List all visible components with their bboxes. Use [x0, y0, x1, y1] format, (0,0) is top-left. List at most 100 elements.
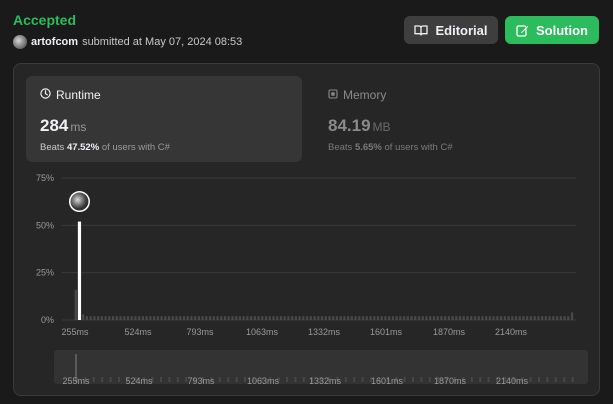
histogram-bar[interactable]: [324, 316, 327, 320]
histogram-bar[interactable]: [156, 316, 159, 320]
histogram-bar[interactable]: [253, 316, 256, 320]
histogram-bar[interactable]: [171, 316, 174, 320]
histogram-bar[interactable]: [567, 316, 570, 320]
histogram-bar[interactable]: [194, 316, 197, 320]
histogram-bar[interactable]: [238, 316, 242, 320]
histogram-bar[interactable]: [391, 316, 394, 320]
histogram-bar[interactable]: [399, 316, 402, 320]
histogram-bar[interactable]: [138, 316, 141, 320]
histogram-bar[interactable]: [444, 316, 447, 320]
histogram-bar[interactable]: [160, 316, 163, 320]
histogram-bar[interactable]: [246, 316, 249, 320]
histogram-bar[interactable]: [347, 316, 350, 320]
histogram-bar[interactable]: [141, 316, 144, 320]
histogram-bar[interactable]: [287, 316, 290, 320]
histogram-bar[interactable]: [212, 316, 215, 320]
histogram-bar[interactable]: [406, 316, 409, 320]
histogram-bar[interactable]: [425, 316, 428, 320]
histogram-bar[interactable]: [410, 316, 413, 320]
histogram-bar[interactable]: [332, 316, 335, 320]
histogram-bar[interactable]: [395, 316, 398, 320]
histogram-bar[interactable]: [93, 316, 96, 320]
histogram-bar[interactable]: [257, 316, 260, 320]
histogram-bar[interactable]: [164, 316, 167, 320]
histogram-bar[interactable]: [242, 316, 245, 320]
histogram-bar[interactable]: [115, 316, 118, 320]
histogram-bar[interactable]: [376, 316, 380, 320]
histogram-bar[interactable]: [74, 289, 77, 320]
histogram-bar[interactable]: [302, 316, 305, 320]
histogram-bar[interactable]: [97, 316, 100, 320]
histogram-bar[interactable]: [522, 316, 525, 320]
histogram-bar[interactable]: [388, 316, 391, 320]
histogram-bar[interactable]: [182, 316, 186, 320]
histogram-bar[interactable]: [152, 316, 156, 320]
histogram-bar[interactable]: [197, 316, 200, 320]
histogram-bar[interactable]: [328, 316, 331, 320]
histogram-bar[interactable]: [167, 316, 171, 320]
histogram-bar[interactable]: [492, 316, 495, 320]
histogram-bar[interactable]: [354, 316, 357, 320]
histogram-bar[interactable]: [220, 316, 223, 320]
histogram-bar[interactable]: [309, 316, 312, 320]
histogram-bar[interactable]: [339, 316, 342, 320]
histogram-bar[interactable]: [496, 316, 499, 320]
histogram-bar[interactable]: [201, 316, 204, 320]
histogram-bar[interactable]: [570, 312, 574, 320]
histogram-bar[interactable]: [417, 316, 421, 320]
histogram-bar[interactable]: [514, 316, 518, 320]
histogram-bar[interactable]: [186, 316, 189, 320]
histogram-bar[interactable]: [111, 316, 115, 320]
histogram-bar[interactable]: [548, 316, 551, 320]
histogram-bar[interactable]: [305, 316, 309, 320]
histogram-bar[interactable]: [526, 316, 529, 320]
histogram-bar[interactable]: [436, 316, 439, 320]
histogram-bar[interactable]: [380, 316, 383, 320]
histogram-bar[interactable]: [533, 316, 536, 320]
histogram-bar[interactable]: [555, 316, 559, 320]
histogram-bar[interactable]: [466, 316, 469, 320]
histogram-bar[interactable]: [250, 316, 253, 320]
histogram-bar[interactable]: [421, 316, 424, 320]
histogram-bar[interactable]: [429, 316, 432, 320]
histogram-bar[interactable]: [291, 316, 294, 320]
histogram-bar[interactable]: [317, 316, 320, 320]
histogram-bar[interactable]: [503, 316, 506, 320]
histogram-bar[interactable]: [507, 316, 510, 320]
histogram-bar[interactable]: [123, 316, 126, 320]
histogram-bar[interactable]: [145, 316, 148, 320]
histogram-bar[interactable]: [563, 316, 566, 320]
histogram-bar[interactable]: [369, 316, 372, 320]
histogram-bar[interactable]: [175, 316, 178, 320]
histogram-bar[interactable]: [511, 316, 514, 320]
histogram-bar[interactable]: [350, 316, 353, 320]
histogram-bar[interactable]: [208, 316, 212, 320]
histogram-bar[interactable]: [268, 316, 271, 320]
runtime-distribution-chart[interactable]: 0% 25% 50% 75% 255ms 524ms 793ms 1063ms 1332ms 16…: [0, 0, 613, 404]
histogram-bar[interactable]: [462, 316, 465, 320]
histogram-bar[interactable]: [235, 316, 238, 320]
histogram-bar[interactable]: [447, 316, 450, 320]
histogram-bar[interactable]: [477, 316, 480, 320]
histogram-bar[interactable]: [518, 316, 521, 320]
histogram-bar[interactable]: [85, 316, 89, 320]
histogram-bar[interactable]: [190, 316, 193, 320]
histogram-bar[interactable]: [451, 316, 454, 320]
histogram-bar[interactable]: [541, 316, 544, 320]
histogram-bar[interactable]: [231, 316, 234, 320]
histogram-bar[interactable]: [320, 316, 324, 320]
histogram-bar[interactable]: [298, 316, 301, 320]
histogram-bar[interactable]: [279, 316, 283, 320]
histogram-bar[interactable]: [455, 316, 458, 320]
histogram-bar[interactable]: [179, 316, 182, 320]
histogram-bar[interactable]: [488, 316, 492, 320]
histogram-bar[interactable]: [343, 316, 346, 320]
histogram-bar[interactable]: [432, 316, 436, 320]
histogram-bar[interactable]: [373, 316, 376, 320]
histogram-bar[interactable]: [440, 316, 443, 320]
histogram-bar[interactable]: [529, 316, 533, 320]
histogram-bar[interactable]: [559, 316, 562, 320]
histogram-bar[interactable]: [82, 314, 85, 320]
histogram-bar[interactable]: [276, 316, 279, 320]
histogram-bar[interactable]: [361, 316, 365, 320]
